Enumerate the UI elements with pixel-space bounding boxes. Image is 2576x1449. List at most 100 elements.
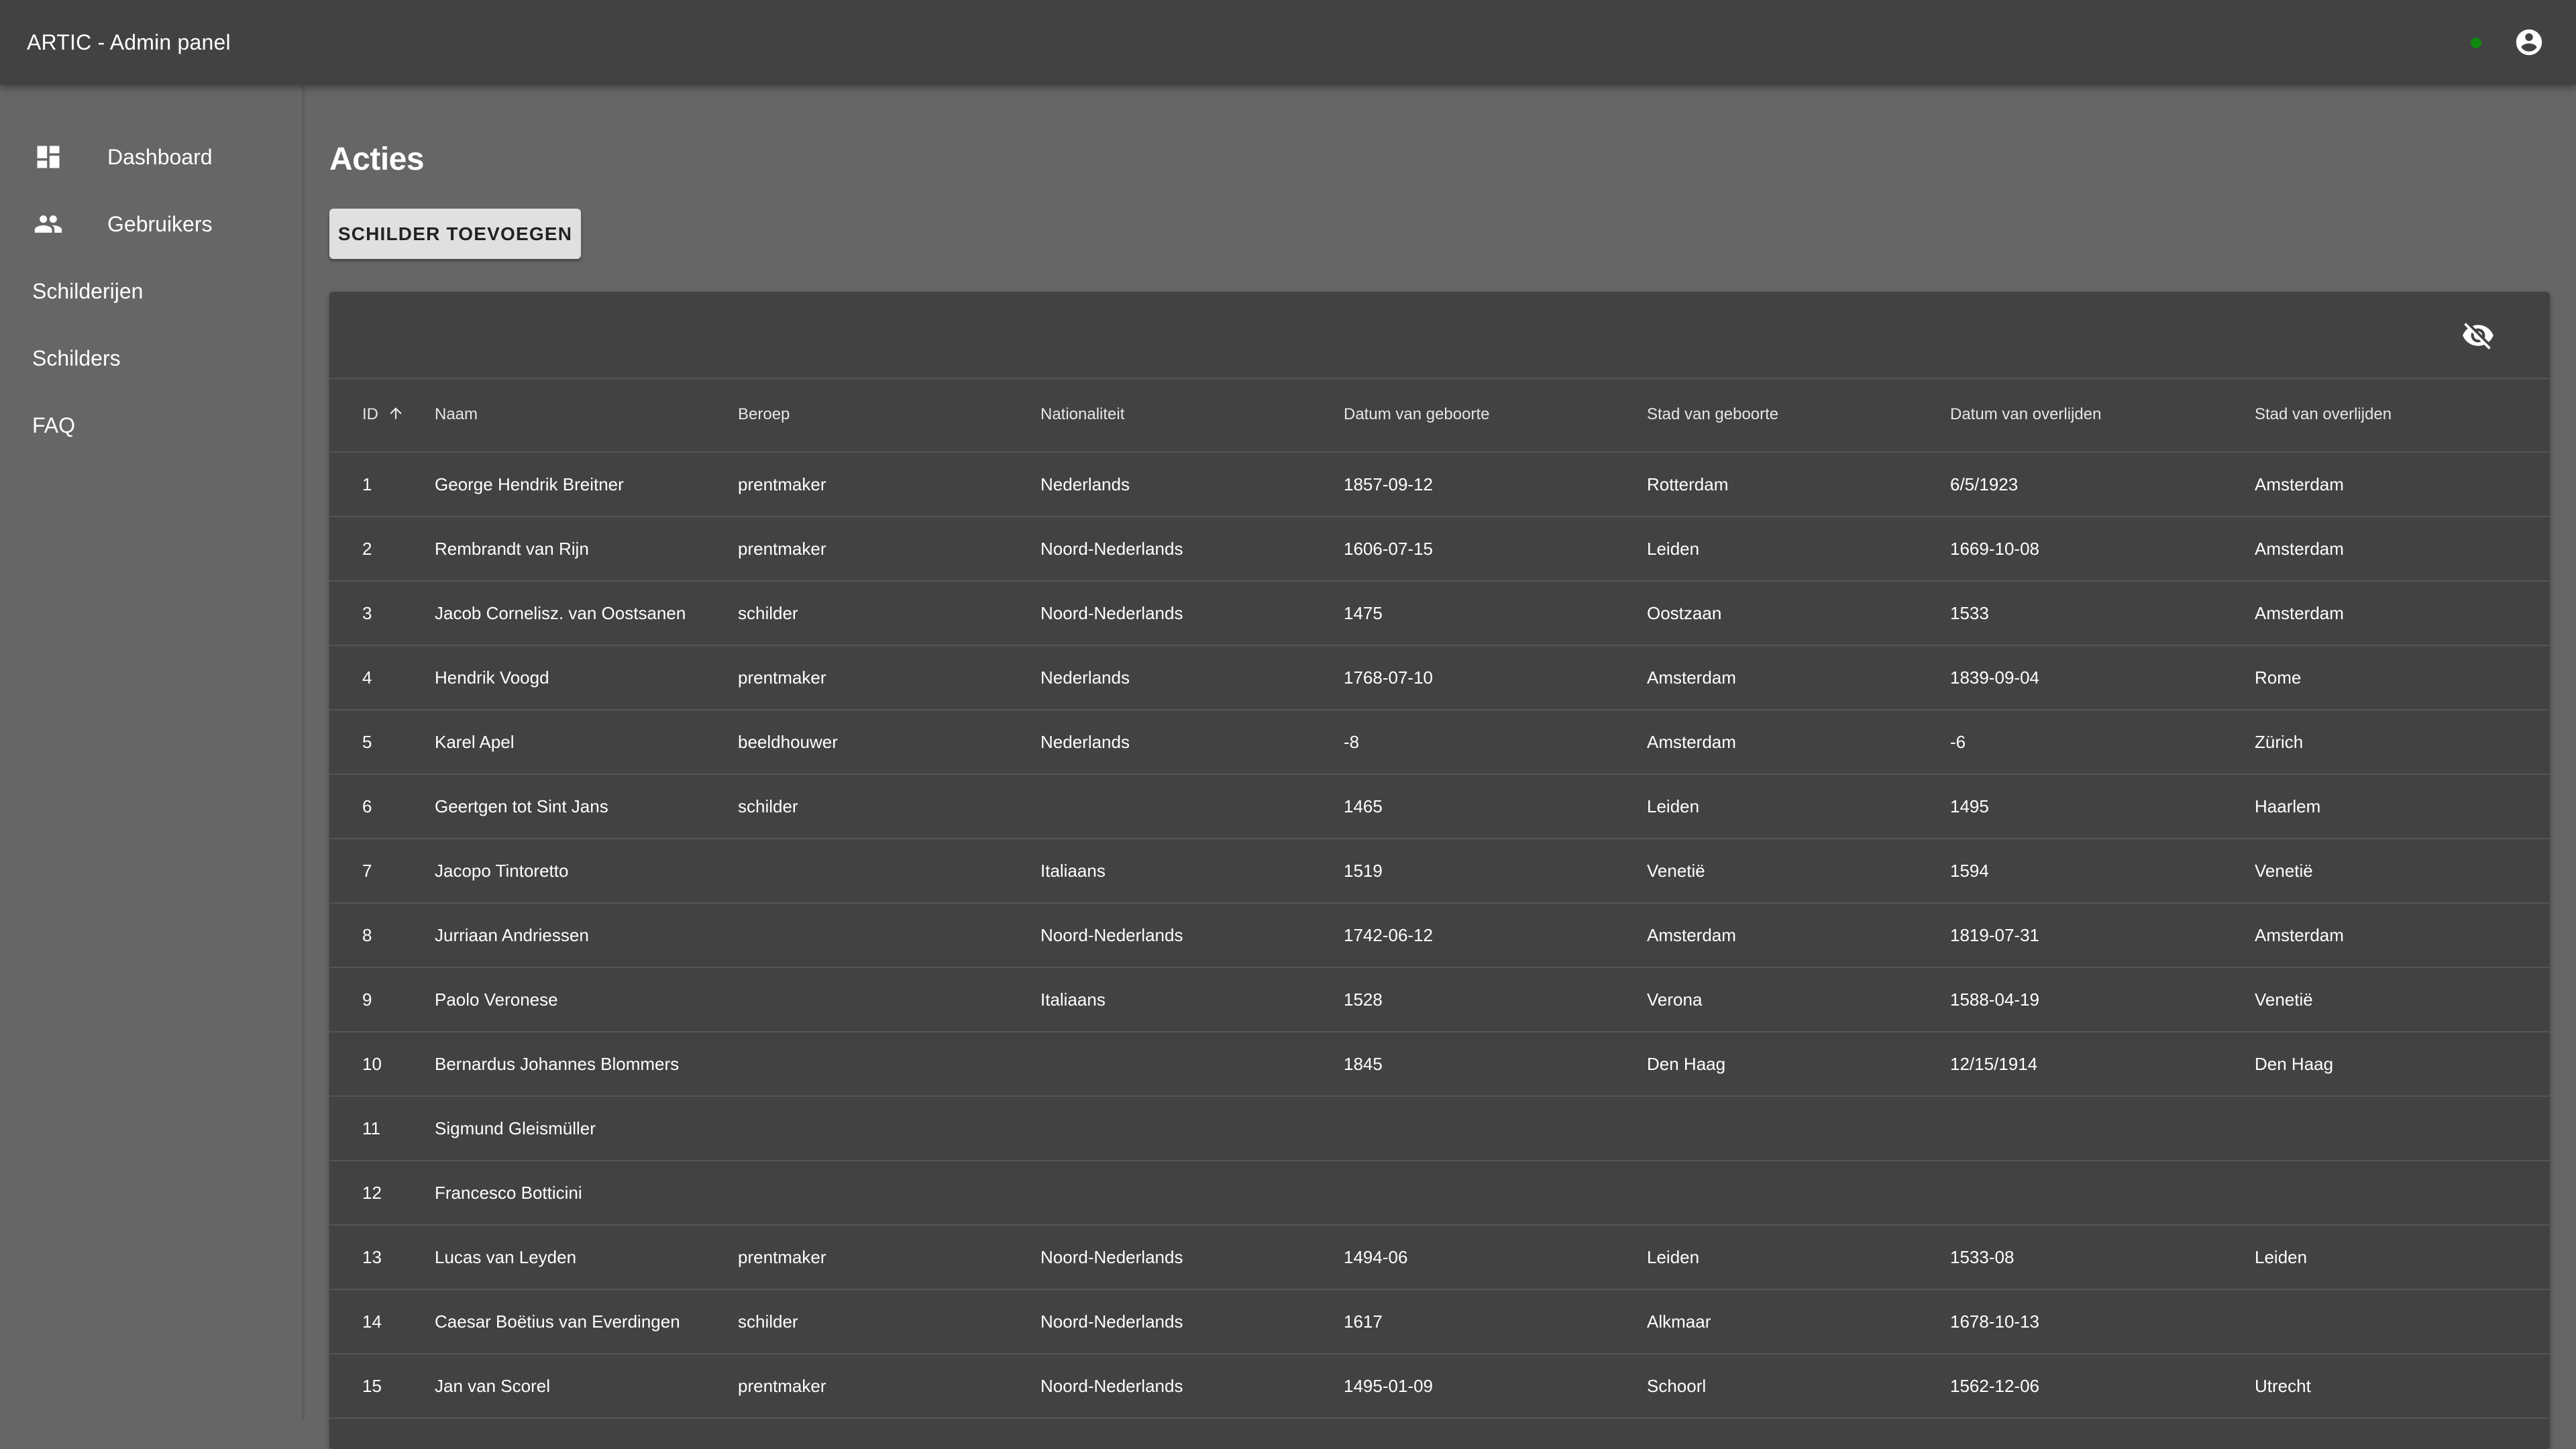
cell-datum-van-geboorte: 1606-07-15: [1344, 539, 1433, 559]
table-row[interactable]: 1 George Hendrik Breitner prentmaker Nederl…: [329, 453, 2550, 517]
column-header-beroep[interactable]: Beroep: [738, 378, 790, 451]
cell-stad-van-geboorte: Amsterdam: [1647, 667, 1736, 688]
table-row[interactable]: 8 Jurriaan Andriessen Noord-Nederlands 1742…: [329, 904, 2550, 968]
cell-datum-van-geboorte: 1528: [1344, 989, 1383, 1010]
sidebar-item-gebruikers[interactable]: Gebruikers: [0, 191, 302, 258]
cell-nationaliteit: Noord-Nederlands: [1040, 1376, 1183, 1396]
table-row[interactable]: 10 Bernardus Johannes Blommers 1845 Den Haa…: [329, 1032, 2550, 1097]
table-toolbar: [329, 292, 2550, 379]
cell-datum-van-overlijden: 1588-04-19: [1950, 989, 2039, 1010]
cell-id: 5: [362, 732, 372, 752]
cell-datum-van-geboorte: 1857-09-12: [1344, 474, 1433, 494]
table-row[interactable]: 13 Lucas van Leyden prentmaker Noord-Nederl…: [329, 1226, 2550, 1290]
table-row[interactable]: 7 Jacopo Tintoretto Italiaans 1519 Venetië 15…: [329, 839, 2550, 904]
table-row[interactable]: 2 Rembrandt van Rijn prentmaker Noord-Neder…: [329, 517, 2550, 582]
cell-naam: Jacob Cornelisz. van Oostsanen: [435, 603, 686, 623]
sidebar-item-label: FAQ: [32, 413, 76, 437]
cell-id: 9: [362, 989, 372, 1010]
cell-naam: Caesar Boëtius van Everdingen: [435, 1311, 680, 1332]
cell-datum-van-geboorte: 1617: [1344, 1311, 1383, 1332]
table-row[interactable]: 12 Francesco Botticini: [329, 1161, 2550, 1226]
cell-datum-van-geboorte: -8: [1344, 732, 1360, 752]
cell-id: 11: [362, 1118, 380, 1138]
cell-datum-van-overlijden: 1533-08: [1950, 1247, 2015, 1267]
column-header-id[interactable]: ID: [362, 378, 405, 451]
cell-beroep: prentmaker: [738, 474, 826, 494]
cell-datum-van-overlijden: 1669-10-08: [1950, 539, 2039, 559]
cell-id: 7: [362, 861, 372, 881]
cell-nationaliteit: Italiaans: [1040, 989, 1106, 1010]
cell-id: 3: [362, 603, 372, 623]
table-row[interactable]: 9 Paolo Veronese Italiaans 1528 Verona 1588-0…: [329, 968, 2550, 1032]
cell-nationaliteit: Noord-Nederlands: [1040, 1247, 1183, 1267]
table-row[interactable]: 4 Hendrik Voogd prentmaker Nederlands 1768-0…: [329, 646, 2550, 710]
cell-id: 2: [362, 539, 372, 559]
cell-nationaliteit: Nederlands: [1040, 474, 1130, 494]
sidebar-item-label: Schilderijen: [32, 278, 144, 303]
cell-id: 1: [362, 474, 372, 494]
cell-stad-van-geboorte: Amsterdam: [1647, 732, 1736, 752]
sidebar-item-dashboard[interactable]: Dashboard: [0, 123, 302, 191]
cell-naam: Paolo Veronese: [435, 989, 558, 1010]
column-header-label: ID: [362, 405, 378, 423]
cell-beroep: prentmaker: [738, 539, 826, 559]
cell-stad-van-overlijden: Venetië: [2255, 861, 2313, 881]
cell-naam: Geertgen tot Sint Jans: [435, 796, 608, 816]
cell-id: 10: [362, 1054, 382, 1074]
cell-stad-van-geboorte: Alkmaar: [1647, 1311, 1711, 1332]
cell-stad-van-overlijden: Amsterdam: [2255, 603, 2344, 623]
people-icon: [34, 215, 62, 233]
cell-stad-van-overlijden: Den Haag: [2255, 1054, 2334, 1074]
cell-beroep: prentmaker: [738, 1247, 826, 1267]
table-header: ID Naam Beroep Nationaliteit Datum van g…: [329, 378, 2550, 453]
cell-stad-van-geboorte: Schoorl: [1647, 1376, 1707, 1396]
cell-id: 4: [362, 667, 372, 688]
column-header-stad-van-geboorte[interactable]: Stad van geboorte: [1647, 378, 1778, 451]
cell-datum-van-geboorte: 1519: [1344, 861, 1383, 881]
cell-nationaliteit: Noord-Nederlands: [1040, 539, 1183, 559]
cell-stad-van-geboorte: Rotterdam: [1647, 474, 1729, 494]
cell-stad-van-geboorte: Leiden: [1647, 796, 1700, 816]
table-row[interactable]: 14 Caesar Boëtius van Everdingen schilder N…: [329, 1290, 2550, 1354]
column-header-datum-van-geboorte[interactable]: Datum van geboorte: [1344, 378, 1489, 451]
cell-id: 13: [362, 1247, 382, 1267]
add-painter-button[interactable]: Schilder toevoegen: [329, 209, 581, 259]
sidebar-item-faq[interactable]: FAQ: [0, 392, 302, 459]
cell-naam: Jurriaan Andriessen: [435, 925, 589, 945]
cell-beroep: beeldhouwer: [738, 732, 838, 752]
column-header-nationaliteit[interactable]: Nationaliteit: [1040, 378, 1124, 451]
cell-beroep: schilder: [738, 603, 798, 623]
arrow-up-icon: [390, 407, 402, 419]
cell-stad-van-overlijden: Amsterdam: [2255, 539, 2344, 559]
table-row[interactable]: 15 Jan van Scorel prentmaker Noord-Nederlan…: [329, 1354, 2550, 1419]
cell-naam: Sigmund Gleismüller: [435, 1118, 596, 1138]
account-icon[interactable]: [2514, 27, 2544, 58]
visibility-off-icon[interactable]: [2461, 319, 2495, 352]
cell-datum-van-overlijden: 1495: [1950, 796, 1989, 816]
cell-naam: George Hendrik Breitner: [435, 474, 624, 494]
table-row[interactable]: 5 Karel Apel beeldhouwer Nederlands -8 Amster…: [329, 710, 2550, 775]
sidebar-item-schilderijen[interactable]: Schilderijen: [0, 258, 302, 325]
dashboard-icon: [37, 146, 60, 168]
cell-nationaliteit: Italiaans: [1040, 861, 1106, 881]
table-row[interactable]: 6 Geertgen tot Sint Jans schilder 1465 Leide…: [329, 775, 2550, 839]
column-header-stad-van-overlijden[interactable]: Stad van overlijden: [2255, 378, 2392, 451]
sidebar-item-label: Dashboard: [107, 144, 213, 169]
cell-stad-van-geboorte: Oostzaan: [1647, 603, 1722, 623]
app-title: ARTIC - Admin panel: [27, 30, 231, 54]
cell-datum-van-overlijden: 1819-07-31: [1950, 925, 2039, 945]
cell-stad-van-geboorte: Leiden: [1647, 539, 1700, 559]
column-header-datum-van-overlijden[interactable]: Datum van overlijden: [1950, 378, 2101, 451]
cell-naam: Rembrandt van Rijn: [435, 539, 589, 559]
cell-stad-van-geboorte: Amsterdam: [1647, 925, 1736, 945]
app-bar: ARTIC - Admin panel: [0, 0, 2576, 85]
column-header-naam[interactable]: Naam: [435, 378, 478, 451]
cell-nationaliteit: Nederlands: [1040, 732, 1130, 752]
table-row[interactable]: 3 Jacob Cornelisz. van Oostsanen schilder N…: [329, 582, 2550, 646]
table-row[interactable]: 11 Sigmund Gleismüller: [329, 1097, 2550, 1161]
cell-naam: Jacopo Tintoretto: [435, 861, 569, 881]
sidebar-item-schilders[interactable]: Schilders: [0, 325, 302, 392]
cell-datum-van-overlijden: 1594: [1950, 861, 1989, 881]
cell-beroep: schilder: [738, 1311, 798, 1332]
cell-beroep: prentmaker: [738, 667, 826, 688]
